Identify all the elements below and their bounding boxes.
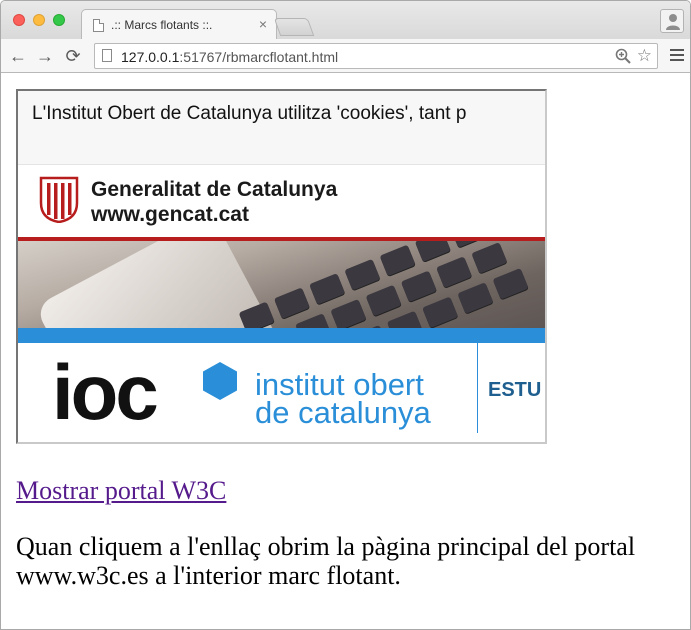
ioc-logo-text: ioc (52, 348, 159, 436)
profile-icon (666, 14, 680, 30)
blue-band (18, 328, 545, 343)
gencat-name: Generalitat de Catalunya (91, 178, 338, 201)
header-divider (477, 343, 478, 433)
nav-estudis[interactable]: ESTU (488, 379, 541, 402)
page-icon (102, 49, 112, 62)
new-tab-button[interactable] (273, 18, 315, 36)
floating-frame[interactable]: L'Institut Obert de Catalunya utilitza '… (16, 89, 547, 444)
url-path: :51767/rbmarcflotant.html (179, 49, 339, 65)
close-window-button[interactable] (13, 14, 25, 26)
show-w3c-link[interactable]: Mostrar portal W3C (16, 476, 226, 506)
reload-icon[interactable]: ⟳ (62, 45, 84, 67)
back-icon[interactable]: ← (7, 45, 29, 67)
url-text[interactable]: 127.0.0.1:51767/rbmarcflotant.html (121, 49, 338, 65)
keyboard-keys (213, 241, 545, 328)
profile-button[interactable] (660, 9, 684, 33)
browser-toolbar: ← → ⟳ 127.0.0.1:51767/rbmarcflotant.html… (1, 39, 690, 73)
hexagon-icon (203, 362, 237, 400)
gencat-header[interactable]: Generalitat de Catalunya www.gencat.cat (18, 165, 545, 237)
menu-icon[interactable] (670, 49, 684, 64)
browser-tab[interactable]: .:: Marcs flotants ::. × (81, 9, 277, 40)
page-content: L'Institut Obert de Catalunya utilitza '… (1, 74, 690, 629)
cookie-banner: L'Institut Obert de Catalunya utilitza '… (18, 91, 545, 165)
institut-line2: de catalunya (255, 395, 431, 430)
title-bar: .:: Marcs flotants ::. × (1, 1, 690, 40)
page-icon (93, 19, 104, 32)
gencat-logo-icon (39, 176, 79, 223)
zoom-icon[interactable] (615, 48, 631, 64)
cookie-text: L'Institut Obert de Catalunya utilitza '… (32, 103, 467, 124)
star-icon[interactable]: ☆ (637, 46, 652, 66)
browser-window: .:: Marcs flotants ::. × ← → ⟳ 127.0.0.1… (0, 0, 691, 630)
gencat-url: www.gencat.cat (91, 203, 249, 226)
zoom-window-button[interactable] (53, 14, 65, 26)
minimize-window-button[interactable] (33, 14, 45, 26)
keyboard-photo (18, 241, 545, 328)
close-icon[interactable]: × (259, 17, 267, 31)
description-text: Quan cliquem a l'enllaç obrim la pàgina … (16, 532, 636, 590)
tab-title: .:: Marcs flotants ::. (111, 18, 213, 32)
forward-icon[interactable]: → (34, 45, 56, 67)
ioc-header[interactable]: ioc institut obert de catalunya ESTU (18, 343, 545, 442)
address-bar[interactable]: 127.0.0.1:51767/rbmarcflotant.html ☆ (94, 43, 658, 69)
url-host: 127.0.0.1 (121, 49, 180, 65)
